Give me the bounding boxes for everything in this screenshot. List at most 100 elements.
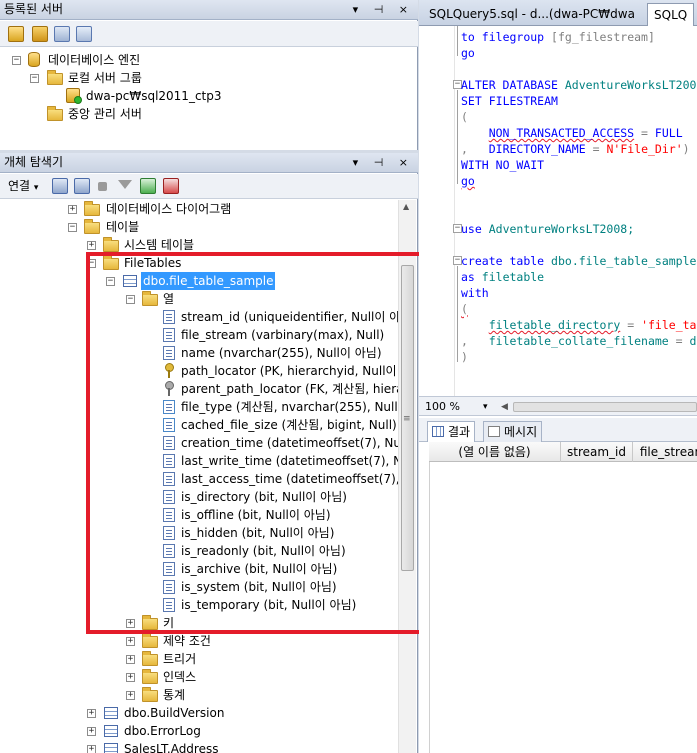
tree-item-column[interactable]: is_temporary (bit, Null이 아님) xyxy=(0,596,398,614)
tree-item-system-tables[interactable]: + 시스템 테이블 xyxy=(0,236,398,254)
tree-item-database-diagrams[interactable]: + 데이터베이스 다이어그램 xyxy=(0,200,398,218)
tree-item-local-server-group[interactable]: − 로컬 서버 그룹 xyxy=(0,69,418,87)
zoom-level[interactable]: 100 % xyxy=(425,399,460,415)
collapse-icon[interactable]: − xyxy=(87,259,96,268)
horizontal-scrollbar[interactable] xyxy=(513,402,697,412)
tree-item-table[interactable]: + dbo.ErrorLog xyxy=(0,722,398,740)
stop-icon[interactable] xyxy=(98,182,107,191)
tree-item-column[interactable]: path_locator (PK, hierarchyid, Null이 아님) xyxy=(0,362,398,380)
outline-line xyxy=(457,90,458,184)
tree-item-column[interactable]: parent_path_locator (FK, 계산됨, hierarchyi… xyxy=(0,380,398,398)
tree-item-column[interactable]: is_directory (bit, Null이 아님) xyxy=(0,488,398,506)
expand-icon[interactable]: + xyxy=(126,619,135,628)
collapse-icon[interactable]: − xyxy=(106,277,115,286)
tree-item-column[interactable]: file_stream (varbinary(max), Null) xyxy=(0,326,398,344)
collapse-icon[interactable]: − xyxy=(12,56,21,65)
tree-item-column[interactable]: is_offline (bit, Null이 아님) xyxy=(0,506,398,524)
computed-column-icon xyxy=(163,418,175,432)
refresh-icon[interactable] xyxy=(140,178,156,194)
tree-item-column[interactable]: name (nvarchar(255), Null이 아님) xyxy=(0,344,398,362)
tab-results[interactable]: 결과 xyxy=(427,421,476,442)
column-icon xyxy=(163,328,175,342)
tree-item-statistics[interactable]: + 통계 xyxy=(0,686,398,704)
tree-label: 트리거 xyxy=(163,652,197,666)
tree-label-selected: dbo.file_table_sample xyxy=(141,272,276,290)
tab-sqlquery5[interactable]: SQLQuery5.sql - d...(dwa-PC₩dwa (51))* xyxy=(423,3,645,26)
tree-label: is_hidden (bit, Null이 아님) xyxy=(181,526,335,540)
expand-icon[interactable]: + xyxy=(87,727,96,736)
folder-icon xyxy=(103,237,119,252)
tree-label: file_type (계산됨, nvarchar(255), Null) xyxy=(181,400,398,414)
tree-item-column[interactable]: stream_id (uniqueidentifier, Null이 아님) xyxy=(0,308,398,326)
folder-icon xyxy=(142,687,158,702)
tree-item-column[interactable]: is_system (bit, Null이 아님) xyxy=(0,578,398,596)
tree-item-central-management-servers[interactable]: 중앙 관리 서버 xyxy=(0,105,418,123)
tree-item-indexes[interactable]: + 인덱스 xyxy=(0,668,398,686)
expand-icon[interactable]: + xyxy=(126,691,135,700)
integration-services-icon[interactable] xyxy=(76,26,92,42)
tree-label: 제약 조건 xyxy=(163,634,211,648)
expand-icon[interactable]: + xyxy=(126,673,135,682)
expand-icon[interactable]: + xyxy=(126,655,135,664)
analysis-services-icon[interactable] xyxy=(32,26,48,42)
connect-object-explorer-icon[interactable] xyxy=(52,178,68,194)
tree-item-column[interactable]: file_type (계산됨, nvarchar(255), Null) xyxy=(0,398,398,416)
tab-messages[interactable]: 메시지 xyxy=(483,421,543,442)
tree-item-column[interactable]: creation_time (datetimeoffset(7), Null이 … xyxy=(0,434,398,452)
tree-item-column[interactable]: last_write_time (datetimeoffset(7), Null… xyxy=(0,452,398,470)
tree-item-column[interactable]: last_access_time (datetimeoffset(7), Nul… xyxy=(0,470,398,488)
tree-label: 키 xyxy=(163,616,175,630)
tree-item-keys[interactable]: + 키 xyxy=(0,614,398,632)
collapse-icon[interactable]: − xyxy=(126,295,135,304)
tree-item-triggers[interactable]: + 트리거 xyxy=(0,650,398,668)
tree-item-server[interactable]: dwa-pc₩sql2011_ctp3 xyxy=(0,87,418,105)
grid-column-header[interactable]: stream_id xyxy=(561,442,633,462)
chevron-down-icon[interactable]: ▾ xyxy=(483,399,488,415)
filter-icon[interactable] xyxy=(118,180,132,189)
grid-column-header[interactable]: (열 이름 없음) xyxy=(429,442,561,462)
results-grid[interactable] xyxy=(429,462,697,753)
tree-item-column[interactable]: cached_file_size (계산됨, bigint, Null) xyxy=(0,416,398,434)
expand-icon[interactable]: + xyxy=(126,637,135,646)
tab-sqlquery[interactable]: SQLQ xyxy=(647,3,695,26)
database-engine-icon xyxy=(28,52,40,67)
tree-item-table[interactable]: + dbo.BuildVersion xyxy=(0,704,398,722)
expand-icon[interactable]: + xyxy=(87,709,96,718)
grid-column-header[interactable]: file_stream xyxy=(633,442,697,462)
database-engine-icon[interactable] xyxy=(8,26,24,42)
reporting-services-icon[interactable] xyxy=(54,26,70,42)
collapse-icon[interactable]: − xyxy=(68,223,77,232)
chevron-down-icon: ▾ xyxy=(33,183,39,193)
tree-item-table[interactable]: + SalesLT.Address xyxy=(0,740,398,753)
tree-item-columns[interactable]: − 열 xyxy=(0,290,398,308)
scroll-up-icon[interactable]: ▲ xyxy=(403,202,409,211)
tree-item-file-table-sample[interactable]: − dbo.file_table_sample xyxy=(0,272,398,290)
summary-icon[interactable] xyxy=(163,178,179,194)
column-icon xyxy=(163,598,175,612)
tab-messages-label: 메시지 xyxy=(504,425,538,439)
column-icon xyxy=(163,436,175,450)
tree-item-constraints[interactable]: + 제약 조건 xyxy=(0,632,398,650)
tree-label: 시스템 테이블 xyxy=(124,238,195,252)
expand-icon[interactable]: + xyxy=(87,241,96,250)
outline-line xyxy=(457,26,458,56)
tree-item-filetables[interactable]: − FileTables xyxy=(0,254,398,272)
panel-controls[interactable]: ▾ ⊣ × xyxy=(353,153,414,172)
panel-controls[interactable]: ▾ ⊣ × xyxy=(353,0,414,19)
tree-label: is_readonly (bit, Null이 아님) xyxy=(181,544,346,558)
expand-icon[interactable]: + xyxy=(68,205,77,214)
scroll-left-icon[interactable]: ◀ xyxy=(501,400,508,414)
tree-item-column[interactable]: is_archive (bit, Null이 아님) xyxy=(0,560,398,578)
object-explorer-scrollbar[interactable]: ▲ ≡ xyxy=(398,200,416,753)
expand-icon[interactable]: + xyxy=(87,745,96,753)
collapse-icon[interactable]: − xyxy=(30,74,39,83)
disconnect-icon[interactable] xyxy=(74,178,90,194)
tree-item-column[interactable]: is_hidden (bit, Null이 아님) xyxy=(0,524,398,542)
code-editor[interactable]: − − − to filegroup [fg_filestream] go AL… xyxy=(419,26,697,396)
tree-item-database-engine[interactable]: − 데이터베이스 엔진 xyxy=(0,51,418,69)
tree-label: is_directory (bit, Null이 아님) xyxy=(181,490,347,504)
tree-item-tables[interactable]: − 테이블 xyxy=(0,218,398,236)
tree-item-column[interactable]: is_readonly (bit, Null이 아님) xyxy=(0,542,398,560)
column-icon xyxy=(163,454,175,468)
connect-button[interactable]: 연결 ▾ xyxy=(8,178,38,196)
